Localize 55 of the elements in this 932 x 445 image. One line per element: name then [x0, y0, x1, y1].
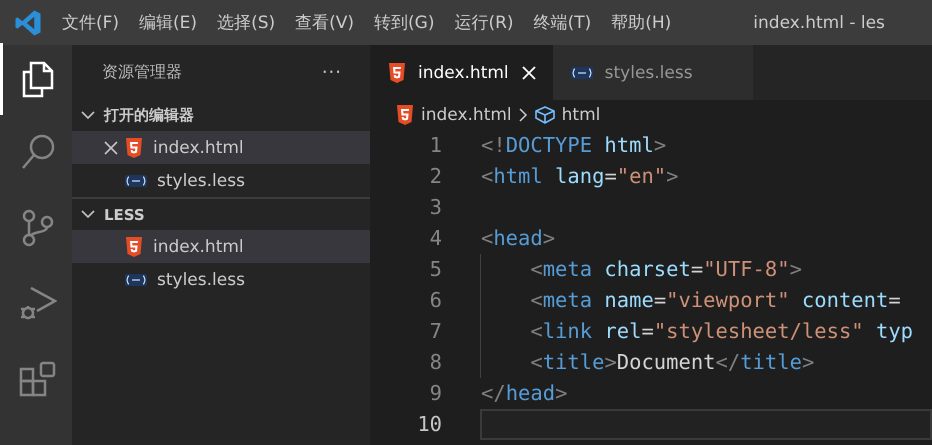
search-icon	[20, 133, 56, 171]
braces-icon	[570, 66, 593, 78]
logo-icon	[13, 8, 43, 38]
line-number: 3	[428, 194, 442, 221]
file-item[interactable]: styles.less	[72, 263, 370, 296]
breadcrumb-item[interactable]: index.html	[421, 105, 512, 125]
breadcrumb-item[interactable]: html	[562, 105, 600, 125]
line-number: 5	[428, 256, 442, 283]
html5-shield-icon	[396, 105, 414, 125]
line-number: 6	[428, 287, 442, 314]
extensions-icon	[18, 361, 56, 399]
chevron-icon	[81, 111, 95, 120]
section-header[interactable]: LESS	[72, 199, 370, 230]
line-number: 10	[416, 411, 442, 438]
line-number: 9	[428, 380, 442, 407]
branch-icon	[22, 209, 54, 247]
line-number: 7	[428, 318, 442, 345]
chevron-right-icon	[518, 108, 528, 122]
window-title: index.html - les	[753, 12, 885, 32]
html5-shield-icon	[125, 138, 143, 158]
code-line: <meta charset="UTF-8">	[529, 257, 802, 281]
menu-item[interactable]: 帮助(H)	[611, 11, 672, 34]
code-line: <html lang="en">	[481, 164, 678, 188]
code-line: </head>	[481, 381, 568, 405]
line-number: 8	[428, 349, 442, 376]
file-item[interactable]: styles.less	[72, 164, 370, 197]
code-line: <link rel="stylesheet/less" typ	[529, 319, 914, 343]
file-item[interactable]: index.html	[72, 230, 370, 263]
menu-item[interactable]: 转到(G)	[374, 11, 434, 34]
file-item[interactable]: index.html	[72, 131, 370, 164]
editor-tab[interactable]: index.html	[370, 45, 553, 100]
code-line: <!DOCTYPE html>	[481, 133, 666, 157]
menu-item[interactable]: 文件(F)	[62, 11, 120, 34]
code-line: <title>Document</title>	[529, 350, 814, 374]
menu-item[interactable]: 查看(V)	[295, 11, 354, 34]
code-line: <meta name="viewport" content=	[529, 288, 901, 312]
editor-tab[interactable]: styles.less	[552, 45, 753, 100]
menu-item[interactable]: 选择(S)	[217, 11, 276, 34]
braces-icon	[125, 174, 147, 186]
line-number: 2	[428, 163, 442, 190]
html5-shield-icon	[388, 62, 406, 82]
line-number: 4	[428, 225, 442, 252]
sidebar-title: 资源管理器	[102, 62, 182, 83]
more-actions-button[interactable]: ···	[322, 62, 342, 83]
html5-shield-icon	[125, 236, 143, 256]
menu-item[interactable]: 终端(T)	[534, 11, 592, 34]
cube-icon	[534, 106, 555, 124]
section-header[interactable]: 打开的编辑器	[72, 100, 370, 131]
line-number: 1	[428, 132, 442, 159]
menu-item[interactable]: 运行(R)	[454, 11, 514, 34]
close-icon[interactable]	[104, 140, 118, 154]
braces-icon	[125, 274, 147, 286]
code-line: <head>	[481, 226, 556, 250]
chevron-icon	[81, 210, 95, 219]
menu-item[interactable]: 编辑(E)	[139, 11, 198, 34]
